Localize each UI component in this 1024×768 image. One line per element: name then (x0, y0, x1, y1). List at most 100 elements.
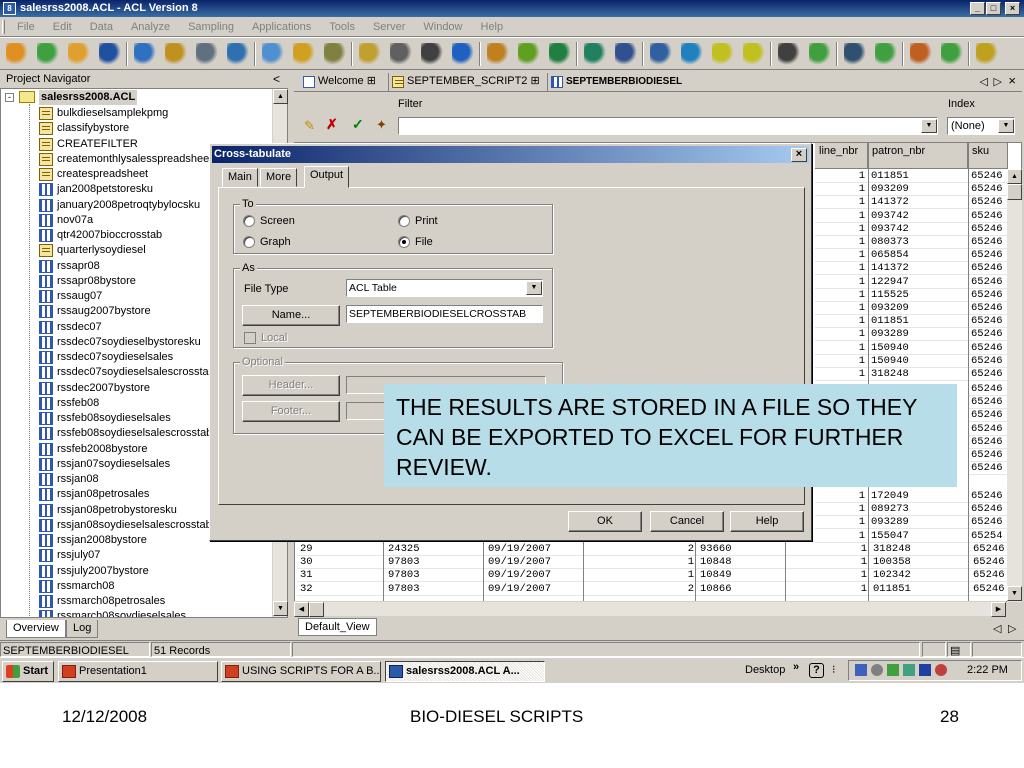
grid-cell[interactable]: 65246 (970, 543, 1010, 556)
grid-cell[interactable]: 1 (815, 289, 868, 302)
grid-cell[interactable]: 1 (815, 210, 868, 223)
grid-cell[interactable]: 2 (585, 583, 697, 596)
summarize-icon[interactable] (681, 43, 703, 65)
grid-cell[interactable]: 65246 (968, 289, 1008, 302)
grid-cell[interactable]: 65246 (968, 409, 1008, 423)
acl-app-icon[interactable]: 8 (3, 2, 16, 15)
header-button[interactable]: Header... (242, 375, 340, 396)
grid-cell[interactable]: 65246 (968, 423, 1008, 436)
find-icon[interactable] (165, 43, 187, 65)
grid-cell[interactable]: 65246 (968, 503, 1008, 517)
menu-item-help[interactable]: Help (472, 17, 513, 37)
grid-cell[interactable]: 65246 (968, 449, 1008, 462)
remove-filter-icon[interactable]: ✗ (326, 116, 338, 133)
copy-icon[interactable] (293, 43, 315, 65)
histogram-icon[interactable] (809, 43, 831, 65)
file-type-dropdown-icon[interactable]: ▼ (526, 281, 542, 295)
tab-september-script2[interactable]: SEPTEMBER_SCRIPT2 ⊞ (388, 73, 546, 92)
clock[interactable]: 2:22 PM (967, 664, 1008, 676)
grid-scrollbar[interactable]: ▲ ▼ (1007, 169, 1022, 602)
grid-cell[interactable]: 97803 (385, 556, 485, 570)
grid-cell[interactable]: 65246 (968, 262, 1008, 276)
grid-cell[interactable]: 65246 (968, 302, 1008, 315)
grid-cell[interactable]: 65246 (970, 556, 1010, 570)
print-icon[interactable] (134, 43, 156, 65)
grid-cell[interactable]: 102342 (870, 569, 970, 583)
grid-cell[interactable]: 318248 (870, 543, 970, 556)
menu-item-edit[interactable]: Edit (44, 17, 81, 37)
menu-item-server[interactable]: Server (364, 17, 414, 37)
grid-cell[interactable]: 1 (815, 276, 868, 289)
tab-log[interactable]: Log (66, 620, 99, 638)
grid-cell[interactable]: 172049 (868, 490, 968, 503)
grid-cell[interactable]: 1 (815, 516, 868, 530)
view-next-icon[interactable]: ▷ (1008, 622, 1016, 635)
grid-cell[interactable]: 155047 (868, 530, 968, 543)
index-select[interactable]: (None) ▼ (947, 117, 1015, 135)
menu-item-applications[interactable]: Applications (243, 17, 320, 37)
grid-cell[interactable]: 65246 (968, 276, 1008, 289)
grid-cell[interactable]: 1 (815, 342, 868, 355)
row-number[interactable]: 32 (297, 583, 385, 596)
grid-cell[interactable]: 011851 (868, 315, 968, 329)
grid-cell[interactable]: 093742 (868, 223, 968, 236)
apply-filter-icon[interactable]: ✓ (352, 116, 364, 133)
grid-cell[interactable]: 122947 (868, 276, 968, 289)
classify-icon[interactable] (615, 43, 637, 65)
edit-filter-icon[interactable]: ✎ (304, 118, 318, 133)
grid-cell[interactable]: 65246 (968, 196, 1008, 210)
radio-graph[interactable] (243, 236, 255, 248)
row-number[interactable]: 29 (297, 543, 385, 556)
grid-cell[interactable]: 093289 (868, 516, 968, 530)
open-project-icon[interactable] (6, 43, 28, 65)
grid-cell[interactable]: 10848 (697, 556, 787, 570)
grid-cell[interactable]: 65246 (968, 396, 1008, 410)
cancel-button[interactable]: Cancel (650, 511, 724, 532)
statistics-icon[interactable] (487, 43, 509, 65)
grid-cell[interactable]: 97803 (385, 583, 485, 596)
grid-cell[interactable]: 093209 (868, 302, 968, 315)
grid-cell[interactable]: 093742 (868, 210, 968, 223)
percent-icon[interactable] (584, 43, 606, 65)
scroll-thumb[interactable] (1007, 184, 1022, 200)
grid-horizontal-scrollbar[interactable]: ◀ ▶ (294, 601, 1006, 617)
restore-icon[interactable] (196, 43, 218, 65)
scroll-down-icon[interactable]: ▼ (273, 601, 288, 616)
grid-cell[interactable]: 1 (815, 328, 868, 342)
column-header-patron-nbr[interactable]: patron_nbr (868, 143, 968, 169)
tab-output[interactable]: Output (304, 166, 350, 188)
local-checkbox[interactable] (244, 332, 256, 344)
grid-cell[interactable]: 1 (815, 236, 868, 249)
age-icon[interactable] (712, 43, 734, 65)
filter-history-icon[interactable]: ✦ (376, 117, 387, 133)
grid-cell[interactable]: 1 (815, 196, 868, 210)
expand-toggle[interactable]: - (5, 93, 14, 102)
index-icon[interactable] (421, 43, 443, 65)
index-dropdown-icon[interactable]: ▼ (998, 119, 1014, 133)
grid-cell[interactable]: 65246 (970, 583, 1010, 596)
pin-icon[interactable]: ⊞ (530, 75, 539, 87)
menu-item-tools[interactable]: Tools (320, 17, 364, 37)
grid-cell[interactable]: 65246 (968, 170, 1008, 183)
grid-cell[interactable]: 080373 (868, 236, 968, 249)
filter-icon[interactable] (390, 43, 412, 65)
grid-cell[interactable]: 65246 (968, 355, 1008, 368)
profile-icon[interactable] (518, 43, 540, 65)
filter-dropdown-icon[interactable]: ▼ (921, 119, 937, 133)
grid-cell[interactable]: 65246 (968, 490, 1008, 503)
grid-cell[interactable]: 100358 (870, 556, 970, 570)
grid-cell[interactable]: 65246 (968, 342, 1008, 355)
menu-item-data[interactable]: Data (81, 17, 122, 37)
scroll-up-icon[interactable]: ▲ (273, 89, 288, 104)
grid-cell[interactable]: 65246 (968, 315, 1008, 329)
help-button[interactable]: Help (730, 511, 804, 532)
start-button[interactable]: Start (2, 661, 54, 682)
view-prev-icon[interactable]: ◁ (993, 622, 1001, 635)
row-number[interactable]: 31 (297, 569, 385, 583)
tab-next-icon[interactable]: ▷ (994, 75, 1002, 88)
grid-cell[interactable]: 65246 (968, 249, 1008, 263)
view-tab-default[interactable]: Default_View (298, 618, 377, 636)
grid-cell[interactable]: 1 (787, 556, 870, 570)
scroll-up-icon[interactable]: ▲ (1007, 169, 1022, 184)
grid-cell[interactable]: 24325 (385, 543, 485, 556)
